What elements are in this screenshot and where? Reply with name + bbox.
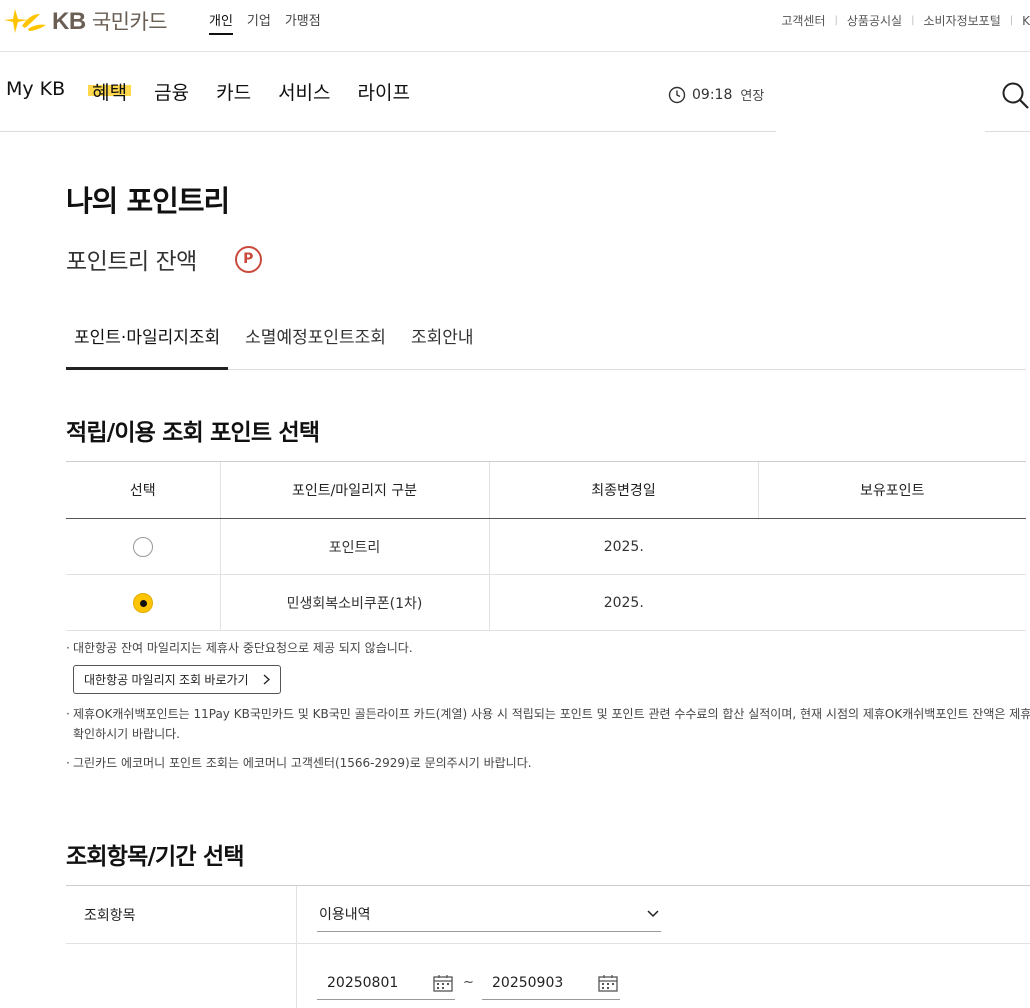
divider: | — [911, 15, 915, 26]
gnb-menu: My KB 혜택 금융 카드 서비스 라이프 — [6, 78, 437, 105]
gnb-item-service[interactable]: 서비스 — [278, 78, 330, 105]
notice-text: 제휴OK캐쉬백포인트는 11Pay KB국민카드 및 KB국민 골든라이프 카드… — [73, 707, 1030, 721]
utility-bar: KB 국민카드 개인 기업 가맹점 고객센터 | 상품공시실 | 소비자정보포털… — [0, 0, 1030, 52]
date-from-input[interactable]: 20250801 — [317, 966, 455, 1000]
column-header: 최종변경일 — [488, 461, 758, 519]
date-to-input[interactable]: 20250903 — [482, 966, 620, 1000]
search-form: 조회항목 이용내역 20250801 ~ 20250903 — [66, 885, 1030, 1008]
column-header: 선택 — [66, 461, 220, 519]
point-badge-icon: P — [234, 245, 262, 273]
page-title: 나의 포인트리 — [66, 184, 230, 218]
point-name: 민생회복소비쿠폰(1차) — [219, 574, 489, 631]
segment-merchant[interactable]: 가맹점 — [285, 10, 321, 35]
search-button[interactable] — [1000, 80, 1030, 110]
last-changed-date: 2025. — [488, 574, 758, 631]
inquiry-item-select[interactable]: 이용내역 — [317, 898, 661, 932]
chevron-right-icon — [263, 674, 270, 685]
notice-list: 대한항공 잔여 마일리지는 제휴사 중단요청으로 제공 되지 않습니다. 대한항… — [66, 638, 1030, 773]
segment-personal[interactable]: 개인 — [209, 10, 233, 35]
clock-icon — [668, 86, 686, 103]
table-row: 민생회복소비쿠폰(1차) 2025. — [66, 574, 1026, 631]
divider: | — [1009, 15, 1014, 26]
brand-korean: 국민카드 — [91, 10, 168, 34]
search-icon — [1002, 82, 1029, 109]
brand-latin: KB — [52, 8, 86, 35]
tab-point-mileage[interactable]: 포인트·마일리지조회 — [66, 323, 229, 370]
point-table: 선택 포인트/마일리지 구분 최종변경일 보유포인트 포인트리 2025. 민생… — [66, 461, 1026, 631]
notice-item: 대한항공 잔여 마일리지는 제휴사 중단요청으로 제공 되지 않습니다. — [66, 638, 1030, 658]
form-label-item: 조회항목 — [66, 886, 297, 943]
gnb-item-finance[interactable]: 금융 — [154, 78, 189, 105]
content-tabs: 포인트·마일리지조회 소멸예정포인트조회 조회안내 — [66, 323, 1026, 370]
calendar-icon[interactable] — [433, 974, 453, 992]
notice-text: 확인하시기 바랍니다. — [73, 727, 180, 741]
util-link-consumer-portal[interactable]: 소비자정보포털 — [923, 12, 1000, 29]
form-row-item: 조회항목 이용내역 — [66, 885, 1030, 944]
select-value: 이용내역 — [319, 907, 371, 923]
date-from-value: 20250801 — [327, 974, 399, 991]
balance-label: 포인트리 잔액 — [66, 249, 197, 275]
table-row: 포인트리 2025. — [66, 518, 1026, 575]
util-link-product-disclosure[interactable]: 상품공시실 — [847, 12, 902, 29]
tab-guide[interactable]: 조회안내 — [403, 323, 482, 369]
notice-item: 그린카드 에코머니 포인트 조회는 에코머니 고객센터(1566-2929)로 … — [66, 753, 1030, 773]
form-field-period: 20250801 ~ 20250903 — [297, 944, 1030, 1008]
brand-name: KB 국민카드 — [52, 6, 168, 36]
point-balance: 포인트리 잔액 P — [66, 242, 262, 276]
table-header-row: 선택 포인트/마일리지 구분 최종변경일 보유포인트 — [66, 461, 1026, 519]
gnb-divider — [0, 131, 776, 132]
util-link-customer-center[interactable]: 고객센터 — [781, 12, 825, 29]
section-title-point-select: 적립/이용 조회 포인트 선택 — [66, 420, 320, 446]
range-separator: ~ — [463, 975, 474, 990]
form-label-period — [66, 944, 297, 1008]
calendar-icon[interactable] — [598, 974, 618, 992]
utility-links: 고객센터 | 상품공시실 | 소비자정보포털 | K — [781, 12, 1030, 29]
gnb-item-card[interactable]: 카드 — [216, 78, 251, 105]
point-radio-coupon[interactable] — [132, 592, 153, 613]
form-field-item: 이용내역 — [297, 886, 1030, 943]
main-navigation: My KB 혜택 금융 카드 서비스 라이프 09:18 연장 — [0, 52, 1030, 132]
last-changed-date: 2025. — [488, 518, 758, 575]
form-row-period: 20250801 ~ 20250903 — [66, 944, 1030, 1008]
notice-item: 제휴OK캐쉬백포인트는 11Pay KB국민카드 및 KB국민 골든라이프 카드… — [66, 704, 1030, 744]
held-points — [758, 574, 1026, 631]
point-name: 포인트리 — [219, 518, 489, 575]
select-cell — [66, 574, 220, 631]
point-radio-pointree[interactable] — [132, 536, 153, 557]
kb-star-icon — [4, 9, 46, 33]
korean-air-button-label: 대한항공 마일리지 조회 바로가기 — [84, 673, 249, 687]
chevron-down-icon — [647, 910, 659, 918]
column-header: 보유포인트 — [757, 461, 1026, 519]
session-timer: 09:18 연장 — [668, 85, 764, 104]
gnb-item-life[interactable]: 라이프 — [358, 78, 410, 105]
date-to-value: 20250903 — [492, 974, 564, 991]
korean-air-mileage-button[interactable]: 대한항공 마일리지 조회 바로가기 — [73, 665, 281, 694]
held-points — [758, 518, 1026, 575]
segment-business[interactable]: 기업 — [247, 10, 271, 35]
util-link-truncated[interactable]: K — [1022, 14, 1030, 28]
divider: | — [834, 15, 838, 26]
gnb-item-benefits[interactable]: 혜택 — [88, 78, 132, 105]
session-extend-button[interactable]: 연장 — [740, 85, 764, 104]
section-title-search-criteria: 조회항목/기간 선택 — [66, 844, 245, 870]
kb-logo[interactable]: KB 국민카드 — [4, 6, 168, 36]
session-time: 09:18 — [692, 86, 733, 103]
select-cell — [66, 518, 220, 575]
column-header: 포인트/마일리지 구분 — [219, 461, 489, 519]
tab-expiring-points[interactable]: 소멸예정포인트조회 — [237, 323, 394, 369]
gnb-item-mykb[interactable]: My KB — [6, 78, 65, 105]
segment-nav: 개인 기업 가맹점 — [209, 10, 321, 35]
gnb-divider — [985, 131, 1030, 132]
